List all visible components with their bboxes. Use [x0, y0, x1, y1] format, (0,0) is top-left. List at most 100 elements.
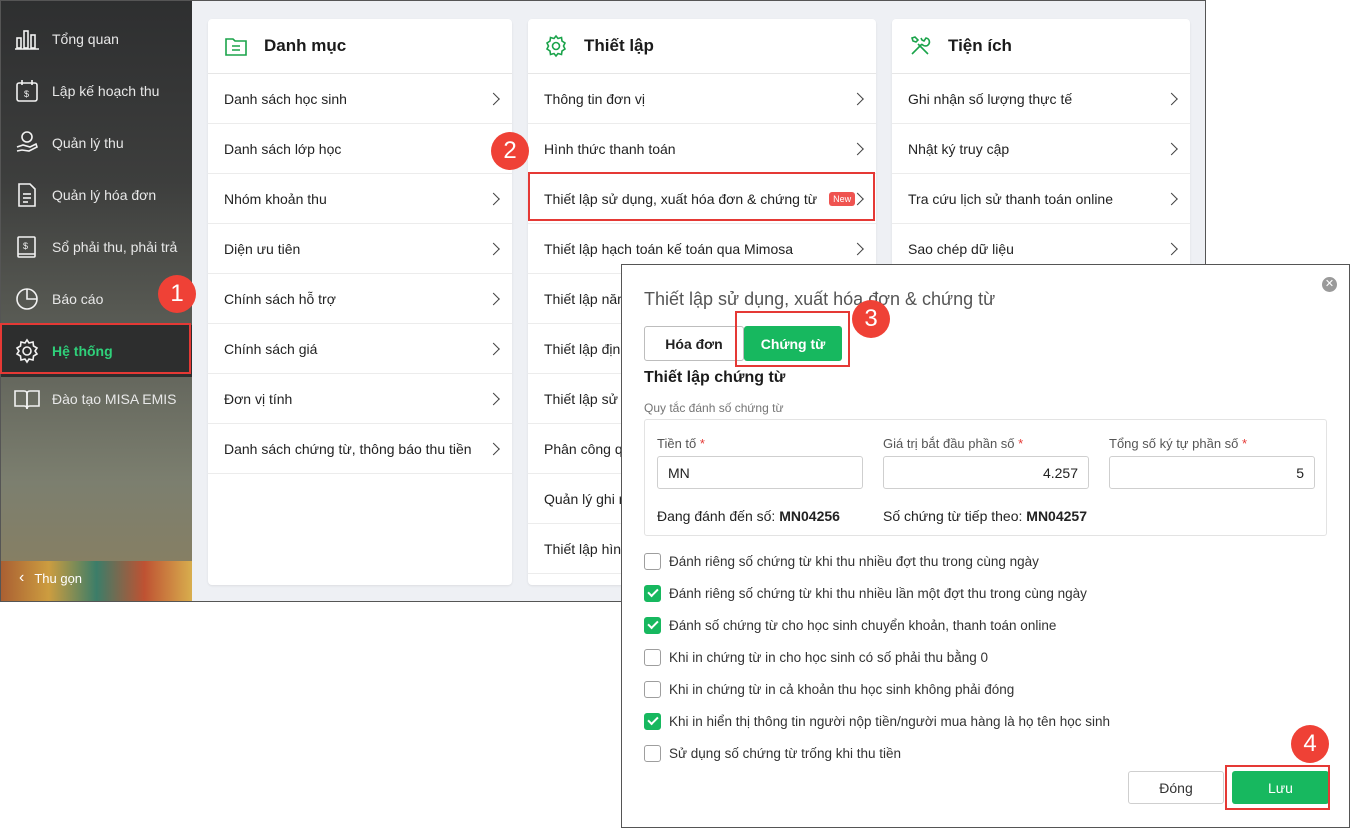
settings-item-label: Thiết lập sử c [544, 390, 629, 407]
sidebar-item-label: Quản lý thu [52, 135, 124, 151]
utilities-item[interactable]: Tra cứu lịch sử thanh toán online [892, 174, 1190, 224]
catalog-item[interactable]: Nhóm khoản thu [208, 174, 512, 224]
chevron-left-icon: ‹ [19, 569, 25, 586]
option-label: Đánh số chứng từ cho học sinh chuyển kho… [669, 617, 1057, 633]
catalog-item[interactable]: Đơn vị tính [208, 374, 512, 424]
invoice-icon [13, 181, 41, 209]
next-number-label: Số chứng từ tiếp theo: [883, 508, 1023, 524]
utilities-item-label: Sao chép dữ liệu [908, 240, 1014, 257]
sidebar-item-training[interactable]: Đào tạo MISA EMIS [1, 373, 192, 425]
chevron-right-icon [1165, 142, 1178, 155]
sidebar-item-ledger[interactable]: $ Sổ phải thu, phải trả [1, 221, 192, 273]
catalog-item-label: Đơn vị tính [224, 390, 293, 407]
settings-item-label: Phân công q [544, 440, 623, 457]
close-button[interactable]: Đóng [1128, 771, 1224, 804]
pie-chart-icon [13, 285, 41, 313]
highlight-voucher-tab [735, 311, 850, 367]
settings-item[interactable]: Thông tin đơn vị [528, 74, 876, 124]
catalog-item-label: Danh sách lớp học [224, 140, 342, 157]
catalog-item-label: Danh sách chứng từ, thông báo thu tiền [224, 440, 472, 457]
option-checkbox[interactable]: Đánh riêng số chứng từ khi thu nhiều lần… [644, 583, 1087, 603]
step-marker-1: 1 [158, 275, 196, 313]
checkbox[interactable] [644, 744, 661, 762]
catalog-item[interactable]: Chính sách hỗ trợ [208, 274, 512, 324]
option-checkbox[interactable]: Đánh số chứng từ cho học sinh chuyển kho… [644, 615, 1056, 635]
catalog-item[interactable]: Chính sách giá [208, 324, 512, 374]
utilities-item-label: Ghi nhận số lượng thực tế [908, 90, 1073, 107]
sidebar-item-label: Tổng quan [52, 31, 119, 47]
checkbox[interactable] [644, 680, 661, 698]
option-checkbox[interactable]: Đánh riêng số chứng từ khi thu nhiều đợt… [644, 551, 1039, 571]
settings-item[interactable]: Hình thức thanh toán [528, 124, 876, 174]
utilities-item-label: Tra cứu lịch sử thanh toán online [908, 190, 1114, 207]
folder-list-icon [225, 38, 247, 56]
chevron-right-icon [487, 392, 500, 405]
prefix-label-text: Tiền tố [657, 436, 697, 451]
checkbox-checked[interactable] [644, 616, 661, 634]
utilities-item-label: Nhật ký truy cập [908, 140, 1010, 157]
settings-item-label: Quản lý ghi n [544, 490, 627, 507]
option-checkbox[interactable]: Sử dụng số chứng từ trống khi thu tiền [644, 743, 901, 763]
sidebar-item-collect[interactable]: Quản lý thu [1, 117, 192, 169]
catalog-item-label: Diện ưu tiên [224, 240, 301, 257]
option-label: Đánh riêng số chứng từ khi thu nhiều lần… [669, 585, 1087, 601]
step-marker-2: 2 [491, 132, 529, 170]
collapse-label: Thu gọn [34, 570, 83, 586]
checkbox-checked[interactable] [644, 712, 661, 730]
option-label: Khi in hiển thị thông tin người nộp tiền… [669, 713, 1111, 729]
open-book-icon [13, 385, 41, 413]
step-marker-4: 4 [1291, 725, 1329, 763]
settings-dialog: Thiết lập sử dụng, xuất hóa đơn & chứng … [621, 264, 1350, 828]
start-value-label: Giá trị bắt đầu phần số * [883, 436, 1023, 451]
sidebar-item-invoice[interactable]: Quản lý hóa đơn [1, 169, 192, 221]
catalog-item[interactable]: Danh sách học sinh [208, 74, 512, 124]
prefix-input[interactable]: MN [657, 456, 863, 489]
close-icon[interactable]: ✕ [1322, 277, 1337, 292]
digit-count-label-text: Tổng số ký tự phần số [1109, 436, 1239, 451]
catalog-item[interactable]: Danh sách chứng từ, thông báo thu tiền [208, 424, 512, 474]
sidebar-item-overview[interactable]: Tổng quan [1, 13, 192, 65]
digit-count-input[interactable]: 5 [1109, 456, 1315, 489]
catalog-item[interactable]: Diện ưu tiên [208, 224, 512, 274]
settings-card-header: Thiết lập [528, 19, 876, 74]
sidebar-item-label: Lập kế hoạch thu [52, 83, 160, 99]
utilities-item[interactable]: Nhật ký truy cập [892, 124, 1190, 174]
catalog-item-label: Chính sách giá [224, 340, 318, 357]
rule-label: Quy tắc đánh số chứng từ [644, 401, 784, 415]
settings-item-label: Thiết lập định [544, 340, 629, 357]
checkbox[interactable] [644, 552, 661, 570]
settings-item-label: Thiết lập năm [544, 290, 629, 307]
highlight-save-button [1225, 765, 1330, 810]
utilities-item[interactable]: Ghi nhận số lượng thực tế [892, 74, 1190, 124]
chevron-right-icon [851, 142, 864, 155]
chevron-right-icon [487, 292, 500, 305]
checkbox[interactable] [644, 648, 661, 666]
sidebar-item-label: Báo cáo [52, 291, 104, 307]
start-value-input[interactable]: 4.257 [883, 456, 1089, 489]
chart-bars-icon [13, 25, 41, 53]
catalog-item-label: Nhóm khoản thu [224, 190, 327, 207]
option-checkbox[interactable]: Khi in hiển thị thông tin người nộp tiền… [644, 711, 1110, 731]
svg-text:$: $ [23, 241, 28, 251]
chevron-right-icon [1165, 92, 1178, 105]
option-label: Đánh riêng số chứng từ khi thu nhiều đợt… [669, 553, 1039, 569]
tab-invoice[interactable]: Hóa đơn [644, 326, 744, 361]
catalog-item-label: Chính sách hỗ trợ [224, 290, 336, 307]
collapse-button[interactable]: ‹ Thu gọn [19, 569, 82, 587]
highlight-system [0, 323, 191, 374]
catalog-item[interactable]: Danh sách lớp học [208, 124, 512, 174]
option-checkbox[interactable]: Khi in chứng từ in cho học sinh có số ph… [644, 647, 988, 667]
option-checkbox[interactable]: Khi in chứng từ in cả khoản thu học sinh… [644, 679, 1014, 699]
prefix-label: Tiền tố * [657, 436, 705, 451]
catalog-card-header: Danh mục [208, 19, 512, 74]
current-number: Đang đánh đến số: MN04256 [657, 508, 840, 524]
dialog-title: Thiết lập sử dụng, xuất hóa đơn & chứng … [644, 289, 996, 309]
required-mark: * [1018, 436, 1024, 451]
section-title: Thiết lập chứng từ [644, 369, 786, 386]
digit-count-label: Tổng số ký tự phần số * [1109, 436, 1247, 451]
settings-item-label: Thiết lập hạch toán kế toán qua Mimosa [544, 240, 794, 257]
sidebar-item-plan[interactable]: $ Lập kế hoạch thu [1, 65, 192, 117]
checkbox-checked[interactable] [644, 584, 661, 602]
current-number-value: MN04256 [779, 508, 840, 524]
required-mark: * [699, 436, 705, 451]
